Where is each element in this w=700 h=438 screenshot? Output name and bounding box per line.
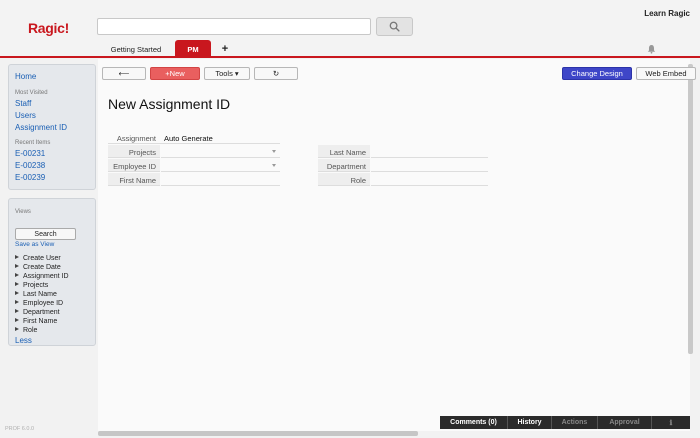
expand-arrow-icon [15,309,19,313]
expand-arrow-icon [15,327,19,331]
assignment-id-value: Auto Generate [164,134,213,143]
field-label-role: Role [350,176,366,185]
add-tab-button[interactable]: + [216,40,234,58]
last-name-field[interactable] [371,145,488,158]
employee-id-select[interactable] [161,159,280,172]
comments-tab[interactable]: Comments (0) [440,416,508,429]
sidebar-home-link[interactable]: Home [15,72,36,81]
new-record-button[interactable]: +New [150,67,200,80]
save-as-view-link[interactable]: Save as View [15,241,54,248]
view-field-department[interactable]: Department [15,309,60,316]
field-label-first-name: First Name [119,176,156,185]
view-field-projects[interactable]: Projects [15,282,48,289]
tab-pm[interactable]: PM [175,40,211,58]
change-design-button[interactable]: Change Design [562,67,632,80]
info-icon[interactable]: ℹ [652,416,690,429]
less-link[interactable]: Less [15,336,32,345]
vertical-scrollbar[interactable] [688,64,693,354]
web-embed-button[interactable]: Web Embed [636,67,696,80]
expand-arrow-icon [15,264,19,268]
field-label-last-name: Last Name [329,148,366,157]
view-field-assignment-id[interactable]: Assignment ID [15,273,69,280]
recent-items-heading: Recent Items [15,140,51,146]
horizontal-scrollbar[interactable] [98,431,418,436]
search-icon [389,21,400,32]
view-field-role[interactable]: Role [15,327,37,334]
first-name-field[interactable] [161,173,280,186]
actions-tab[interactable]: Actions [552,416,598,429]
views-search-button[interactable]: Search [15,228,76,240]
bottom-panel-bar: Comments (0) History Actions Approval ℹ [440,416,690,429]
learn-ragic-link[interactable]: Learn Ragic [644,9,690,18]
views-heading: Views [15,209,31,215]
field-label-employee-id: Employee ID [113,162,156,171]
recent-item-e-00231[interactable]: E-00231 [15,149,45,158]
approval-tab[interactable]: Approval [598,416,652,429]
global-search-input[interactable] [97,18,371,35]
tools-dropdown-button[interactable]: Tools ▾ [204,67,250,80]
field-label-department: Department [326,162,366,171]
back-button[interactable]: ⟵ [102,67,146,80]
refresh-button[interactable]: ↻ [254,67,298,80]
expand-arrow-icon [15,318,19,322]
search-button[interactable] [376,17,413,36]
sidebar-item-assignment-id[interactable]: Assignment ID [15,123,67,132]
department-field[interactable] [371,159,488,172]
form-title: New Assignment ID [108,96,231,112]
projects-select[interactable] [161,145,280,158]
chevron-down-icon [272,150,276,153]
role-field[interactable] [371,173,488,186]
field-label-projects: Projects [128,148,156,157]
sidebar-item-staff[interactable]: Staff [15,99,31,108]
chevron-down-icon [272,164,276,167]
view-field-last-name[interactable]: Last Name [15,291,57,298]
expand-arrow-icon [15,273,19,277]
recent-item-e-00239[interactable]: E-00239 [15,173,45,182]
view-field-create-user[interactable]: Create User [15,255,61,262]
version-label: PROF 6.0.0 [5,426,35,432]
sidebar-navigation-panel: Home Most Visited Staff Users Assignment… [8,64,96,190]
view-field-employee-id[interactable]: Employee ID [15,300,63,307]
bell-icon[interactable] [647,44,656,54]
tab-getting-started[interactable]: Getting Started [100,40,172,58]
expand-arrow-icon [15,291,19,295]
view-field-first-name[interactable]: First Name [15,318,57,325]
most-visited-heading: Most Visited [15,90,48,96]
sidebar-views-panel: Views Search Save as View Create User Cr… [8,198,96,346]
history-tab[interactable]: History [508,416,552,429]
recent-item-e-00238[interactable]: E-00238 [15,161,45,170]
view-field-create-date[interactable]: Create Date [15,264,61,271]
sidebar-item-users[interactable]: Users [15,111,36,120]
expand-arrow-icon [15,300,19,304]
expand-arrow-icon [15,282,19,286]
ragic-logo[interactable]: Ragic! [28,20,69,36]
expand-arrow-icon [15,255,19,259]
main-content-area [98,59,690,431]
